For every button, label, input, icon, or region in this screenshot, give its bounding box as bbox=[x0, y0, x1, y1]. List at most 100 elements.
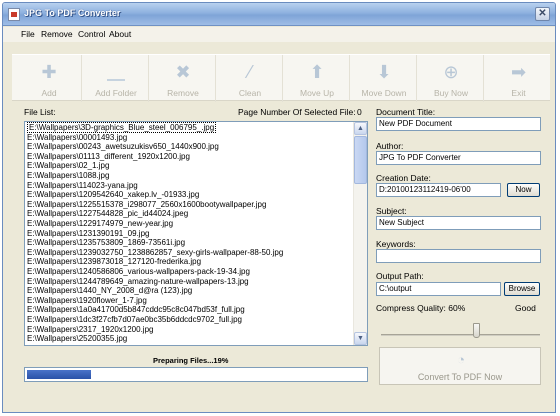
quality-slider-thumb[interactable] bbox=[473, 323, 480, 338]
file-list-item[interactable]: E:\Wallpapers\1244789649_amazing-nature-… bbox=[27, 277, 249, 287]
output-path-field[interactable]: C:\output bbox=[376, 282, 501, 296]
document-title-label: Document Title: bbox=[376, 107, 436, 117]
clean-button-label: Clean bbox=[238, 88, 262, 98]
toolbar: ✚ Add Add Folder ✖ Remove ⁄ Clean ⬆ Move… bbox=[12, 54, 551, 102]
title-bar[interactable]: JPG To PDF Converter ✕ bbox=[3, 3, 555, 26]
exit-button-label: Exit bbox=[511, 88, 526, 98]
file-list-item[interactable]: E:\Wallpapers\1dc3f27cfb7d07ae0bc35b6ddc… bbox=[27, 315, 242, 325]
app-window: JPG To PDF Converter ✕ File Remove Contr… bbox=[2, 2, 556, 413]
file-path: E:\Wallpapers\1225515378_i298077_2560x16… bbox=[27, 199, 267, 209]
document-title-field[interactable]: New PDF Document bbox=[376, 117, 541, 131]
move-down-button[interactable]: ⬇ Move Down bbox=[352, 55, 417, 102]
file-list-item[interactable]: E:\Wallpapers\1227544828_pic_id44024.jpe… bbox=[27, 209, 188, 219]
file-list-item[interactable]: E:\Wallpapers\3D-graphics_Blue_steel_006… bbox=[27, 122, 217, 133]
progress-bar bbox=[24, 367, 368, 382]
file-list-item[interactable]: E:\Wallpapers\02_1.jpg bbox=[27, 161, 109, 171]
file-list-item[interactable]: E:\Wallpapers\00001493.jpg bbox=[27, 133, 127, 143]
scroll-thumb[interactable] bbox=[354, 136, 367, 184]
file-list-item[interactable]: E:\Wallpapers\1440_NY_2008_d@ra (123).jp… bbox=[27, 286, 192, 296]
keywords-label: Keywords: bbox=[376, 239, 416, 249]
file-list-item[interactable]: E:\Wallpapers\1240586806_various-wallpap… bbox=[27, 267, 250, 277]
page-number-label: Page Number Of Selected File: bbox=[238, 107, 356, 117]
menu-control[interactable]: Control bbox=[78, 29, 105, 39]
file-list-item[interactable]: E:\Wallpapers\1231390191_09.jpg bbox=[27, 229, 149, 239]
file-list-item[interactable]: E:\Wallpapers\1088.jpg bbox=[27, 171, 109, 181]
clean-broom-icon: ⁄ bbox=[248, 62, 252, 82]
file-list-item[interactable]: E:\Wallpapers\1239873018_127120-frederik… bbox=[27, 257, 201, 267]
scroll-up-button[interactable]: ▲ bbox=[354, 122, 367, 135]
move-up-button-label: Move Up bbox=[299, 88, 334, 98]
menu-file[interactable]: File bbox=[21, 29, 35, 39]
remove-button-label: Remove bbox=[167, 88, 199, 98]
file-list-scrollbar[interactable]: ▲ ▼ bbox=[353, 122, 367, 345]
subject-field[interactable]: New Subject bbox=[376, 216, 541, 230]
file-path: E:\Wallpapers\1dc3f27cfb7d07ae0bc35b6ddc… bbox=[27, 315, 242, 324]
convert-button-label: Convert To PDF Now bbox=[417, 372, 503, 382]
file-list-item[interactable]: E:\Wallpapers\114023-yana.jpg bbox=[27, 181, 138, 191]
creation-date-field[interactable]: D:20100123112419-06'00 bbox=[376, 183, 501, 197]
buy-now-button[interactable]: ⊕ Buy Now bbox=[419, 55, 484, 102]
remove-button[interactable]: ✖ Remove bbox=[151, 55, 216, 102]
file-path: E:\Wallpapers\1a0a41700d5b847cddc95c8c04… bbox=[27, 305, 245, 315]
file-list-item[interactable]: E:\Wallpapers\1225515378_i298077_2560x16… bbox=[27, 200, 266, 210]
subject-label: Subject: bbox=[376, 206, 407, 216]
file-path: E:\Wallpapers\1240586806_various-wallpap… bbox=[27, 267, 250, 276]
file-list-item[interactable]: E:\Wallpapers\01113_different_1920x1200.… bbox=[27, 152, 190, 162]
output-path-label: Output Path: bbox=[376, 271, 424, 281]
convert-button[interactable]: ◔ Convert To PDF Now bbox=[379, 347, 541, 385]
file-path: E:\Wallpapers\1239873018_127120-frederik… bbox=[27, 257, 202, 267]
now-button[interactable]: Now bbox=[507, 183, 540, 197]
move-down-button-label: Move Down bbox=[361, 88, 407, 98]
author-label: Author: bbox=[376, 141, 404, 151]
convert-icon: ◔ bbox=[457, 352, 465, 367]
menu-remove[interactable]: Remove bbox=[41, 29, 73, 39]
add-button[interactable]: ✚ Add bbox=[17, 55, 82, 102]
author-field[interactable]: JPG To PDF Converter bbox=[376, 151, 541, 165]
file-path: E:\Wallpapers\00001493.jpg bbox=[27, 132, 128, 142]
close-button[interactable]: ✕ bbox=[535, 7, 550, 21]
file-path: E:\Wallpapers\3D-graphics_Blue_steel_006… bbox=[27, 122, 217, 133]
file-path: E:\Wallpapers\00243_awetsuzukisv650_1440… bbox=[27, 142, 219, 152]
file-path: E:\Wallpapers\1088.jpg bbox=[27, 171, 110, 180]
file-path: E:\Wallpapers\1231390191_09.jpg bbox=[27, 228, 150, 238]
file-list-item[interactable]: E:\Wallpapers\2317_1920x1200.jpg bbox=[27, 325, 153, 335]
file-path: E:\Wallpapers\1244789649_amazing-nature-… bbox=[27, 276, 249, 286]
add-button-label: Add bbox=[41, 88, 57, 98]
file-list-label: File List: bbox=[24, 107, 56, 117]
file-path: E:\Wallpapers\1920flower_1-7.jpg bbox=[27, 295, 147, 305]
window-title: JPG To PDF Converter bbox=[24, 8, 121, 18]
file-path: E:\Wallpapers\2317_1920x1200.jpg bbox=[27, 324, 154, 334]
progress-status: Preparing Files...19% bbox=[153, 356, 229, 365]
file-list-item[interactable]: E:\Wallpapers\1920flower_1-7.jpg bbox=[27, 296, 147, 306]
add-folder-button[interactable]: Add Folder bbox=[84, 55, 149, 102]
keywords-field[interactable] bbox=[376, 249, 541, 263]
file-path: E:\Wallpapers\02_1.jpg bbox=[27, 161, 110, 171]
file-path: E:\Wallpapers\25200355.jpg bbox=[27, 334, 128, 344]
menu-about[interactable]: About bbox=[109, 29, 131, 39]
file-list-item[interactable]: E:\Wallpapers\1239032750_1238862857_sexy… bbox=[27, 248, 283, 258]
compress-quality-label: Compress Quality: 60% bbox=[376, 303, 466, 313]
page-number-value: 0 bbox=[357, 107, 362, 117]
compress-quality-desc: Good bbox=[515, 303, 536, 313]
exit-button[interactable]: ➡ Exit bbox=[486, 55, 551, 102]
browse-button[interactable]: Browse bbox=[504, 282, 540, 296]
buy-now-button-label: Buy Now bbox=[433, 88, 468, 98]
remove-tools-icon: ✖ bbox=[175, 62, 191, 82]
app-pdf-icon bbox=[8, 8, 20, 21]
scroll-down-button[interactable]: ▼ bbox=[354, 332, 367, 345]
file-list-item[interactable]: E:\Wallpapers\1235753809_1869-73561i.jpg bbox=[27, 238, 185, 248]
move-up-icon: ⬆ bbox=[309, 62, 325, 82]
add-file-icon: ✚ bbox=[41, 62, 57, 82]
file-list-item[interactable]: E:\Wallpapers\25200355.jpg bbox=[27, 334, 127, 344]
file-list-item[interactable]: E:\Wallpapers\00243_awetsuzukisv650_1440… bbox=[27, 142, 219, 152]
file-path: E:\Wallpapers\1209542640_xakep.lv_-01933… bbox=[27, 190, 200, 200]
clean-button[interactable]: ⁄ Clean bbox=[218, 55, 283, 102]
move-down-icon: ⬇ bbox=[376, 62, 392, 82]
file-list-item[interactable]: E:\Wallpapers\1a0a41700d5b847cddc95c8c04… bbox=[27, 305, 245, 315]
file-path: E:\Wallpapers\01113_different_1920x1200.… bbox=[27, 151, 190, 161]
move-up-button[interactable]: ⬆ Move Up bbox=[285, 55, 350, 102]
file-list-item[interactable]: E:\Wallpapers\1209542640_xakep.lv_-01933… bbox=[27, 190, 199, 200]
file-list-item[interactable]: E:\Wallpapers\1229174979_new-year.jpg bbox=[27, 219, 173, 229]
file-list[interactable]: ▲ ▼ E:\Wallpapers\3D-graphics_Blue_steel… bbox=[24, 121, 368, 346]
quality-slider-track[interactable] bbox=[381, 334, 540, 336]
